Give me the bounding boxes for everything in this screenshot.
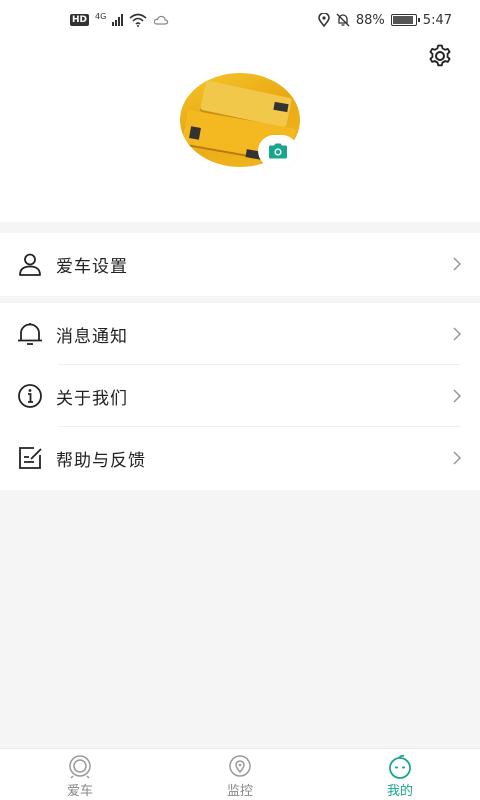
menu-label-notifications: 消息通知: [56, 326, 128, 347]
tab-mine[interactable]: 我的: [320, 749, 480, 800]
menu-label-about-us: 关于我们: [56, 388, 128, 409]
menu-group-car: 爱车设置: [0, 233, 480, 296]
camera-icon: [269, 143, 287, 159]
signal-icon: [112, 14, 124, 26]
gear-icon[interactable]: [426, 42, 454, 70]
tab-monitor[interactable]: 监控: [160, 749, 320, 800]
chevron-right-icon: [453, 327, 462, 341]
menu-item-help-feedback[interactable]: 帮助与反馈: [0, 427, 480, 489]
profile-header: [0, 40, 480, 222]
menu-label-help-feedback: 帮助与反馈: [56, 450, 146, 471]
bell-icon: [16, 320, 44, 348]
status-bar-left: HD 4G: [70, 11, 169, 27]
hd-badge: HD: [70, 14, 90, 26]
tab-label-car: 爱车: [66, 784, 93, 799]
person-icon: [16, 250, 44, 278]
tab-label-mine: 我的: [386, 784, 413, 799]
monitor-icon: [229, 755, 251, 777]
status-bar: HD 4G 88% 5:47: [0, 0, 480, 40]
change-avatar-button[interactable]: [258, 135, 298, 167]
menu-item-car-settings[interactable]: 爱车设置: [0, 233, 480, 295]
profile-face-icon: [389, 755, 411, 779]
menu-item-about-us[interactable]: 关于我们: [0, 365, 480, 427]
chevron-right-icon: [453, 257, 462, 271]
battery-percent: 88%: [355, 12, 385, 28]
wifi-icon: [129, 13, 147, 27]
chevron-right-icon: [453, 451, 462, 465]
tab-car[interactable]: 爱车: [0, 749, 160, 800]
info-icon: [16, 382, 44, 410]
menu-label-car-settings: 爱车设置: [56, 256, 128, 277]
battery-icon: [390, 14, 420, 26]
bell-muted-icon: [336, 13, 350, 27]
feedback-edit-icon: [16, 444, 44, 472]
car-icon: [69, 755, 91, 779]
tab-label-monitor: 监控: [226, 784, 253, 799]
location-icon: [318, 13, 330, 27]
network-type: 4G: [95, 11, 107, 21]
bottom-tab-bar: 爱车 监控 我的: [0, 748, 480, 800]
cloud-icon: [154, 15, 169, 25]
menu-item-notifications[interactable]: 消息通知: [0, 303, 480, 365]
status-bar-right: 88% 5:47: [318, 13, 452, 28]
chevron-right-icon: [453, 389, 462, 403]
clock: 5:47: [422, 12, 452, 28]
menu-group-general: 消息通知 关于我们 帮助与反馈: [0, 303, 480, 490]
